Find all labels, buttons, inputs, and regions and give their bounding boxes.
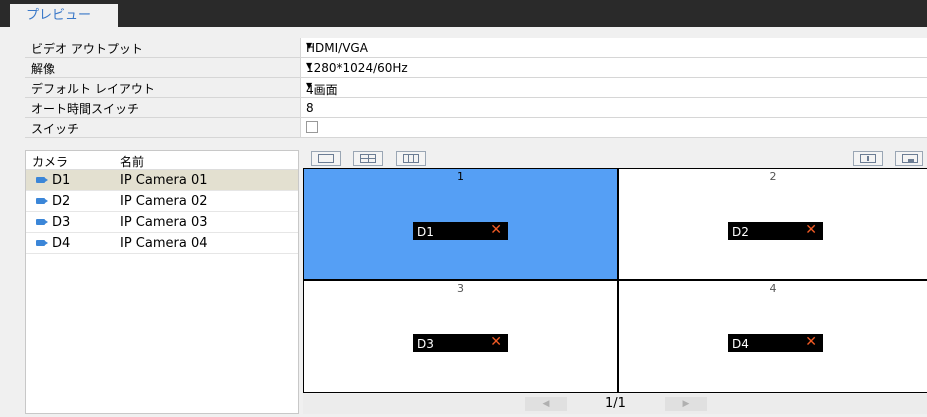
camera-chip-label: D2 xyxy=(732,225,749,239)
camera-row-d3[interactable]: D3 IP Camera 03 xyxy=(26,212,298,233)
single-window-icon xyxy=(318,154,334,163)
camera-icon xyxy=(36,198,48,204)
camera-chip-d4[interactable]: D4 ✕ xyxy=(728,334,823,352)
camera-chip-label: D1 xyxy=(417,225,434,239)
prev-page-button[interactable]: ◀ xyxy=(525,397,567,411)
layout-toolbar xyxy=(303,150,927,168)
camera-row-d2[interactable]: D2 IP Camera 02 xyxy=(26,191,298,212)
close-icon[interactable]: ✕ xyxy=(490,222,502,238)
switch-checkbox[interactable] xyxy=(306,121,318,133)
camera-chip-d1[interactable]: D1 ✕ xyxy=(413,222,508,240)
switch-field xyxy=(300,118,927,137)
next-page-button[interactable]: ▶ xyxy=(665,397,707,411)
camera-chip-label: D4 xyxy=(732,337,749,351)
preview-window-2[interactable]: 2 D2 ✕ xyxy=(619,169,927,279)
screen-icon xyxy=(902,154,918,163)
camera-icon xyxy=(36,219,48,225)
camera-id: D4 xyxy=(52,236,71,251)
pager: ◀ 1/1 ▶ xyxy=(303,394,927,414)
close-icon[interactable]: ✕ xyxy=(805,334,817,350)
play-sequence-icon xyxy=(860,154,876,163)
quad-window-icon xyxy=(360,154,376,163)
camera-list: カメラ 名前 D1 IP Camera 01 D2 IP Camera 02 D… xyxy=(25,150,299,414)
camera-icon xyxy=(36,177,48,183)
layout-multi-button[interactable] xyxy=(396,151,426,166)
camera-chip-d3[interactable]: D3 ✕ xyxy=(413,334,508,352)
auto-switch-time-label: オート時間スイッチ xyxy=(31,102,140,116)
dropdown-arrow-icon[interactable]: ▼ xyxy=(306,81,925,90)
switch-row: スイッチ xyxy=(25,118,927,138)
layout-1-button[interactable] xyxy=(311,151,341,166)
dropdown-arrow-icon[interactable]: ▼ xyxy=(306,61,925,70)
camera-id: D3 xyxy=(52,215,71,230)
tab-preview[interactable]: プレビュー xyxy=(10,4,118,27)
screen-settings-button[interactable] xyxy=(895,151,923,166)
auto-switch-time-row: オート時間スイッチ 8 xyxy=(25,98,927,118)
close-icon[interactable]: ✕ xyxy=(805,222,817,238)
resolution-select[interactable]: 1280*1024/60Hz ▼ xyxy=(300,58,927,77)
camera-chip-d2[interactable]: D2 ✕ xyxy=(728,222,823,240)
camera-icon xyxy=(36,240,48,246)
camera-row-d1[interactable]: D1 IP Camera 01 xyxy=(26,170,298,191)
preview-window-1[interactable]: 1 D1 ✕ xyxy=(304,169,617,279)
camera-name: IP Camera 02 xyxy=(120,194,208,209)
video-output-label: ビデオ アウトプット xyxy=(31,42,143,56)
camera-name: IP Camera 01 xyxy=(120,173,208,188)
camera-id: D1 xyxy=(52,173,71,188)
camera-id: D2 xyxy=(52,194,71,209)
camera-chip-label: D3 xyxy=(417,337,434,351)
window-number: 4 xyxy=(769,282,777,295)
preview-grid: 1 D1 ✕ 2 D2 ✕ 3 D3 ✕ 4 D4 ✕ xyxy=(303,168,927,393)
window-number: 2 xyxy=(769,170,777,183)
name-column-header: 名前 xyxy=(120,155,145,169)
multi-window-icon xyxy=(403,154,419,163)
camera-name: IP Camera 03 xyxy=(120,215,208,230)
preview-window-3[interactable]: 3 D3 ✕ xyxy=(304,281,617,392)
camera-column-header: カメラ xyxy=(32,155,69,169)
window-number: 3 xyxy=(457,282,464,295)
default-layout-select[interactable]: 4画面 ▼ xyxy=(300,78,927,97)
resolution-label: 解像 xyxy=(31,62,56,76)
camera-name: IP Camera 04 xyxy=(120,236,208,251)
window-number: 1 xyxy=(457,170,464,183)
preview-window-4[interactable]: 4 D4 ✕ xyxy=(619,281,927,392)
top-bar: プレビュー xyxy=(0,0,927,27)
resolution-row: 解像 1280*1024/60Hz ▼ xyxy=(25,58,927,78)
camera-list-header: カメラ 名前 xyxy=(26,151,298,170)
default-layout-row: デフォルト レイアウト 4画面 ▼ xyxy=(25,78,927,98)
camera-row-d4[interactable]: D4 IP Camera 04 xyxy=(26,233,298,254)
auto-switch-time-input[interactable]: 8 xyxy=(300,98,927,117)
switch-label: スイッチ xyxy=(31,122,80,136)
video-output-row: ビデオ アウトプット HDMI/VGA ▼ xyxy=(25,38,927,58)
video-output-select[interactable]: HDMI/VGA ▼ xyxy=(300,38,927,57)
auto-switch-time-value: 8 xyxy=(306,101,314,115)
next-sequence-button[interactable] xyxy=(853,151,883,166)
settings-panel: ビデオ アウトプット HDMI/VGA ▼ 解像 1280*1024/60Hz … xyxy=(25,38,927,138)
layout-4-button[interactable] xyxy=(353,151,383,166)
default-layout-label: デフォルト レイアウト xyxy=(31,82,155,96)
close-icon[interactable]: ✕ xyxy=(490,334,502,350)
page-indicator: 1/1 xyxy=(605,396,626,411)
dropdown-arrow-icon[interactable]: ▼ xyxy=(306,41,925,50)
